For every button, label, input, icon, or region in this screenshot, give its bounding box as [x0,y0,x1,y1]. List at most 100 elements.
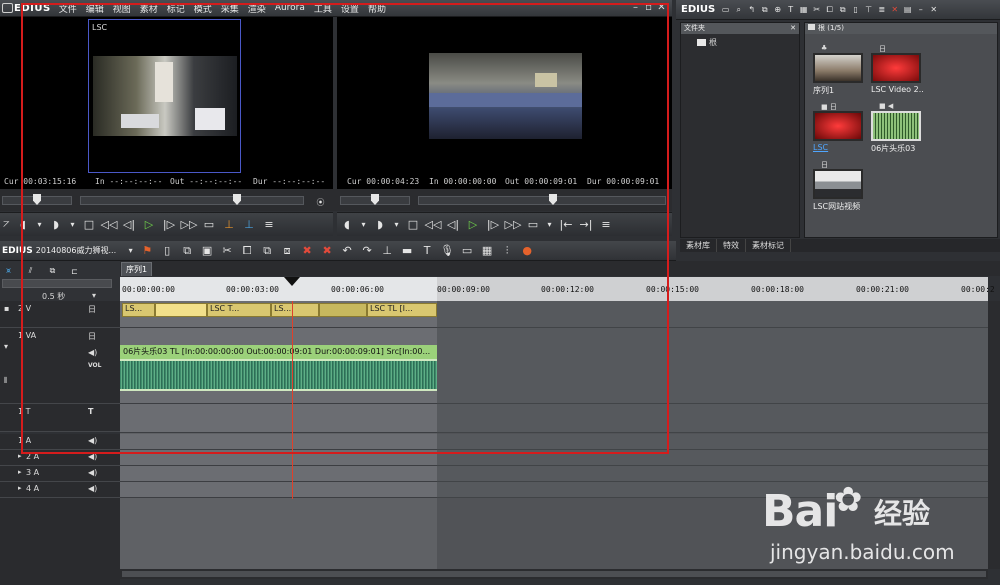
menu-aurora[interactable]: Aurora [275,3,305,13]
track-header-a2[interactable]: ▸ 2 A ◀) [0,450,120,466]
view-mode-icon[interactable]: ▤ [902,1,913,19]
folder-icon[interactable]: ▭ [720,1,731,19]
add-cut-icon[interactable]: ⊥ [378,242,396,260]
menu-file[interactable]: 文件 [59,2,77,15]
tl-cut-icon[interactable]: ✂ [218,242,236,260]
timeline-ruler[interactable]: 00:00:00:00 00:00:03:00 00:00:06:00 00:0… [120,277,995,301]
redo-icon[interactable]: ↷ [358,242,376,260]
speaker-icon[interactable]: ◀) [88,436,97,445]
menu-help[interactable]: 帮助 [368,2,386,15]
stop-icon[interactable]: □ [80,216,98,234]
player-position-slider[interactable] [80,194,304,205]
insert-to-timeline-icon[interactable]: ⊥ [220,216,238,234]
expand-track-icon[interactable]: ▸ [18,468,22,476]
sync-mode-icon[interactable]: ⩙ [3,262,14,280]
rec-step-back-icon[interactable]: ◁| [444,216,462,234]
play-icon[interactable]: ▷ [140,216,158,234]
recorder-shuttle-slider[interactable] [340,194,410,205]
tab-clip-markers[interactable]: 素材标记 [746,239,791,252]
bin-clip-sequence[interactable]: ♣ 序列1 [813,44,865,96]
step-back-icon[interactable]: ◁| [120,216,138,234]
track-header-a1[interactable]: 1 A ◀) [0,434,120,450]
rewind-icon[interactable]: ◁◁ [100,216,118,234]
timeline-video-clip[interactable] [319,303,367,317]
ripple-delete-icon[interactable]: ✖ [318,242,336,260]
loop-icon[interactable]: ▭ [200,216,218,234]
rec-mark-out-icon[interactable]: ◗ [371,216,389,234]
player-icon[interactable]: ▯ [850,1,861,19]
track-header-a4[interactable]: ▸ 4 A ◀) [0,482,120,498]
expand-track-icon[interactable]: ▸ [18,484,22,492]
next-edit-icon[interactable]: →| [577,216,595,234]
rec-stop-icon[interactable]: □ [404,216,422,234]
menu-edit[interactable]: 编辑 [86,2,104,15]
tl-paste-icon[interactable]: ⧉ [258,242,276,260]
track-header-v2[interactable]: ▪ 2 V 日 [0,301,120,328]
search-icon[interactable]: ⌕ [733,1,744,19]
bin-clip-lsc[interactable]: ■ 日 LSC [813,103,865,152]
expand-track-icon[interactable]: ▸ [18,452,22,460]
menu-marker[interactable]: 标记 [167,2,185,15]
grid-icon[interactable]: ▦ [478,242,496,260]
restore-icon[interactable]: ▫ [643,2,654,13]
add-icon[interactable]: ⊕ [772,1,783,19]
track-visibility-icon[interactable]: ▪ [4,304,9,313]
toolbar-dropdown-icon[interactable]: ▾ [125,242,136,260]
timeline-video-clip[interactable]: LSC T... [207,303,271,317]
rec-menu-icon[interactable]: ≡ [597,216,615,234]
step-forward-icon[interactable]: |▷ [160,216,178,234]
title-icon[interactable]: T [785,1,796,19]
recorder-monitor[interactable]: Cur 00:00:04:23 In 00:00:00:00 Out 00:00… [337,17,672,189]
export-icon[interactable]: ▭ [458,242,476,260]
up-folder-icon[interactable]: ↰ [746,1,757,19]
overwrite-mode-icon[interactable]: ⊏ [69,262,80,280]
overwrite-to-timeline-icon[interactable]: ⊥ [240,216,258,234]
copy-icon[interactable]: ⧠ [824,1,835,19]
mark-in-icon[interactable]: ◖ [14,216,32,234]
rec-mark-in-dropdown-icon[interactable]: ▾ [358,216,369,234]
speaker-icon[interactable]: ◀) [88,348,97,357]
track-link-icon[interactable]: ▾ [4,342,8,351]
delete-clip-icon[interactable]: ✖ [298,242,316,260]
open-clip-icon[interactable]: ⧉ [759,1,770,19]
timeline-video-clip[interactable]: LSC TL [I... [367,303,437,317]
bin-close-icon[interactable]: ✕ [928,1,939,19]
rec-loop-dropdown-icon[interactable]: ▾ [544,216,555,234]
open-project-icon[interactable]: ⧉ [178,242,196,260]
bin-clip-lsc-web[interactable]: 日 LSC网站视频 [813,161,865,212]
rec-mark-in-icon[interactable]: ◖ [338,216,356,234]
track-sync-icon[interactable]: ⫴ [4,376,7,386]
menu-capture[interactable]: 采集 [221,2,239,15]
insert-mode-icon[interactable]: ⧉ [47,262,58,280]
tab-effects[interactable]: 特效 [717,239,746,252]
rec-mark-out-dropdown-icon[interactable]: ▾ [391,216,402,234]
fast-forward-icon[interactable]: ▷▷ [180,216,198,234]
menu-clip[interactable]: 素材 [140,2,158,15]
player-monitor[interactable]: LSC Cur 00:03:15:16 In --:--:--:-- Out -… [0,17,333,189]
paste-icon[interactable]: ⧉ [837,1,848,19]
mixer-icon[interactable]: ⫶ [498,242,516,260]
properties-icon[interactable]: ≣ [876,1,887,19]
speaker-icon[interactable]: ◀) [88,452,97,461]
prev-edit-icon[interactable]: |← [557,216,575,234]
replace-icon[interactable]: ⧈ [278,242,296,260]
sync-icon[interactable]: ⦿ [315,193,326,211]
timeline-audio-clip[interactable]: 06片头乐03 TL [In:00:00:00:00 Out:00:00:09:… [120,345,437,359]
save-icon[interactable]: ▣ [198,242,216,260]
bin-minimize-icon[interactable]: – [915,1,926,19]
add-to-timeline-icon[interactable]: ⊤ [863,1,874,19]
recorder-position-slider[interactable] [418,194,666,205]
new-sequence-icon[interactable]: ▯ [158,242,176,260]
close-icon[interactable]: ✕ [656,2,667,13]
menu-render[interactable]: 渲染 [248,2,266,15]
color-bar-icon[interactable]: ▦ [798,1,809,19]
mark-out-icon[interactable]: ◗ [47,216,65,234]
rec-play-icon[interactable]: ▷ [464,216,482,234]
tab-sequence1[interactable]: 序列1 [121,262,153,276]
rec-fast-forward-icon[interactable]: ▷▷ [504,216,522,234]
voiceover-icon[interactable]: 🎙 [438,242,456,260]
menu-settings[interactable]: 设置 [341,2,359,15]
timeline-video-clip[interactable] [155,303,207,317]
rec-rewind-icon[interactable]: ◁◁ [424,216,442,234]
menu-icon[interactable]: ≡ [260,216,278,234]
